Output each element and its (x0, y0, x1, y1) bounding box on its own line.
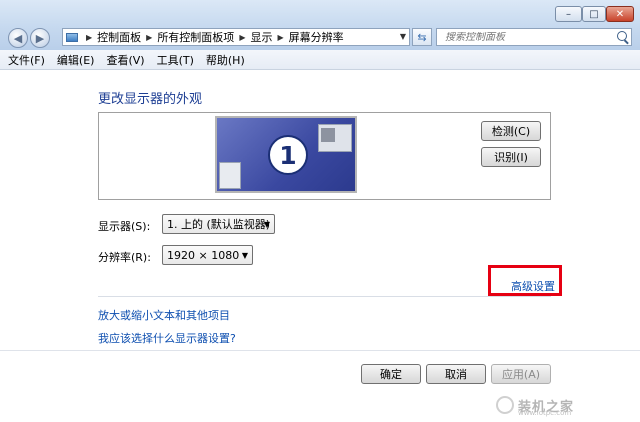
menu-file[interactable]: 文件(F) (8, 52, 45, 68)
minimize-button[interactable]: – (555, 6, 582, 22)
chevron-right-icon: ▶ (86, 32, 93, 42)
chevron-right-icon: ▶ (277, 32, 284, 42)
resolution-label: 分辨率(R): (98, 251, 151, 264)
breadcrumb-control-panel[interactable]: 控制面板 (97, 29, 141, 45)
identify-button[interactable]: 识别(I) (481, 147, 541, 167)
maximize-button[interactable]: □ (582, 6, 606, 22)
watermark: 装机之家 www.lotpc.com (496, 392, 636, 418)
watermark-url: www.lotpc.com (518, 409, 572, 417)
page-title: 更改显示器的外观 (98, 92, 203, 107)
search-input[interactable] (445, 31, 615, 43)
display-select[interactable]: 1. 上的 (默认监视器) ▼ (162, 214, 275, 234)
zoom-text-link[interactable]: 放大或缩小文本和其他项目 (98, 307, 230, 323)
address-bar[interactable]: ▶ 控制面板 ▶ 所有控制面板项 ▶ 显示 ▶ 屏幕分辨率 ▼ (62, 28, 410, 46)
back-arrow-icon: ◀ (13, 31, 23, 45)
resolution-select[interactable]: 1920 × 1080 ▼ (162, 245, 253, 265)
menu-view[interactable]: 查看(V) (106, 52, 144, 68)
breadcrumb-all-items[interactable]: 所有控制面板项 (157, 29, 234, 45)
maximize-icon: □ (589, 8, 599, 20)
which-settings-link[interactable]: 我应该选择什么显示器设置? (98, 330, 236, 346)
menu-tools[interactable]: 工具(T) (157, 52, 194, 68)
chevron-right-icon: ▶ (239, 32, 246, 42)
close-icon: ✕ (615, 8, 625, 20)
chevron-down-icon[interactable]: ▼ (400, 32, 406, 41)
computer-tower-icon (219, 162, 241, 189)
display-select-value: 1. 上的 (默认监视器) (167, 218, 271, 231)
chevron-down-icon: ▼ (241, 251, 248, 260)
menu-help[interactable]: 帮助(H) (206, 52, 245, 68)
divider (98, 296, 551, 297)
advanced-settings-link[interactable]: 高级设置 (511, 278, 555, 294)
search-box[interactable] (436, 28, 632, 46)
back-button[interactable]: ◀ (8, 28, 28, 48)
detect-button[interactable]: 检测(C) (481, 121, 541, 141)
watermark-logo-icon (496, 396, 514, 414)
search-icon[interactable] (617, 31, 627, 41)
display-label: 显示器(S): (98, 220, 151, 233)
breadcrumb-screen-resolution[interactable]: 屏幕分辨率 (289, 29, 344, 45)
control-panel-icon (66, 32, 78, 42)
apply-button: 应用(A) (491, 364, 551, 384)
menu-bar: 文件(F) 编辑(E) 查看(V) 工具(T) 帮助(H) (0, 50, 640, 70)
minimize-icon: – (566, 8, 571, 20)
monitor-preview[interactable]: 1 (215, 116, 357, 193)
chevron-down-icon: ▼ (263, 220, 270, 229)
forward-button[interactable]: ▶ (30, 28, 50, 48)
menu-edit[interactable]: 编辑(E) (57, 52, 95, 68)
cancel-button[interactable]: 取消 (426, 364, 486, 384)
close-button[interactable]: ✕ (606, 6, 634, 22)
resolution-select-value: 1920 × 1080 (167, 248, 240, 262)
monitor-number: 1 (268, 135, 308, 175)
forward-arrow-icon: ▶ (35, 31, 45, 45)
ok-button[interactable]: 确定 (361, 364, 421, 384)
footer-divider (0, 350, 640, 351)
window-preview-icon (318, 124, 352, 152)
chevron-right-icon: ▶ (146, 32, 153, 42)
refresh-icon: ⇆ (417, 30, 427, 44)
breadcrumb-display[interactable]: 显示 (250, 29, 272, 45)
refresh-button[interactable]: ⇆ (412, 28, 432, 46)
